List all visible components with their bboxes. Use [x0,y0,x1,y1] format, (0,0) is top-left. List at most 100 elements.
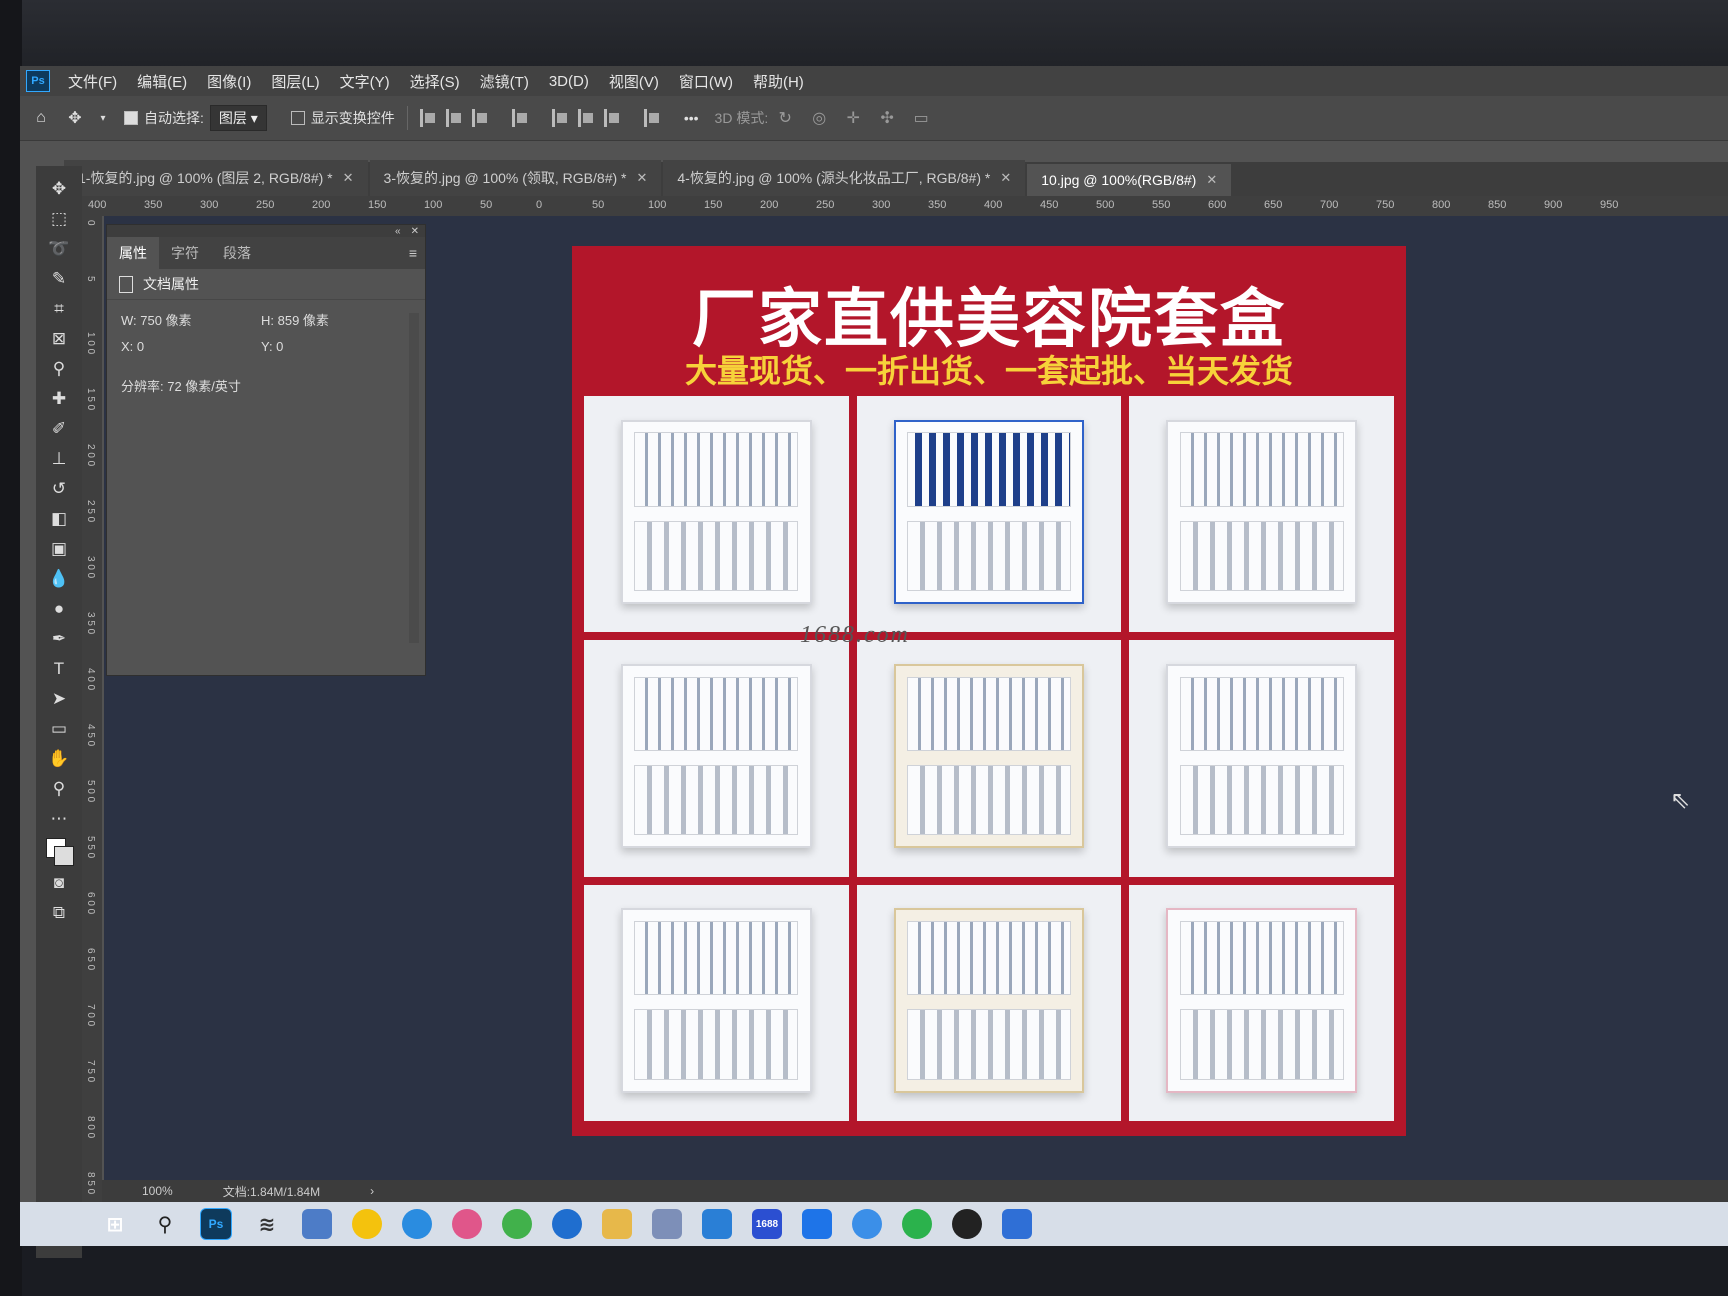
menu-view[interactable]: 视图(V) [609,71,659,92]
align-top-icon[interactable] [551,109,570,127]
menu-3d[interactable]: 3D(D) [549,73,589,90]
task-manager-icon[interactable] [1002,1209,1032,1239]
distribute-vertical-icon[interactable] [511,109,530,127]
marquee-tool-icon[interactable]: ⬚ [46,208,72,230]
document-tab[interactable]: 3-恢复的.jpg @ 100% (领取, RGB/8#) * ✕ [369,160,662,196]
browser-icon[interactable] [452,1209,482,1239]
zoom-tool-icon[interactable]: ⚲ [46,778,72,800]
app-1688-icon[interactable]: 1688 [752,1209,782,1239]
status-menu-arrow-icon[interactable]: › [370,1184,374,1198]
eraser-tool-icon[interactable]: ◧ [46,508,72,530]
width-field[interactable]: W: 750 像素 [121,310,261,329]
home-icon[interactable]: ⌂ [30,107,52,129]
crop-tool-icon[interactable]: ⌗ [46,298,72,320]
align-right-icon[interactable] [471,109,490,127]
3d-pan-icon[interactable]: ✛ [842,107,864,129]
history-brush-tool-icon[interactable]: ↺ [46,478,72,500]
healing-brush-tool-icon[interactable]: ✚ [46,388,72,410]
more-tools-icon[interactable]: ⋯ [46,808,72,830]
frame-tool-icon[interactable]: ⊠ [46,328,72,350]
quick-mask-icon[interactable]: ◙ [46,872,72,894]
menu-type[interactable]: 文字(Y) [340,71,390,92]
panel-menu-icon[interactable]: ≡ [409,245,417,261]
edge-icon[interactable] [402,1209,432,1239]
tab-paragraph[interactable]: 段落 [211,237,263,269]
menu-filter[interactable]: 滤镜(T) [480,71,529,92]
close-icon[interactable]: ✕ [1000,170,1011,186]
tencent-app-icon[interactable] [802,1209,832,1239]
store-icon[interactable] [702,1209,732,1239]
qq-icon[interactable] [952,1209,982,1239]
photoshop-taskbar-icon[interactable]: Ps [200,1208,232,1240]
close-icon[interactable]: ✕ [636,170,647,186]
blur-tool-icon[interactable]: 💧 [46,568,72,590]
document-canvas[interactable]: 厂家直供美容院套盒 大量现货、一折出货、一套起批、当天发货 1688.com [572,246,1406,1136]
rectangle-tool-icon[interactable]: ▭ [46,718,72,740]
path-selection-tool-icon[interactable]: ➤ [46,688,72,710]
chrome-icon[interactable] [352,1209,382,1239]
3d-orbit-icon[interactable]: ↻ [774,107,796,129]
auto-select-dropdown[interactable]: 图层 ▾ [209,105,267,131]
app-icon[interactable]: ≋ [252,1209,282,1239]
move-tool-icon[interactable]: ✥ [46,178,72,200]
menu-select[interactable]: 选择(S) [410,71,460,92]
close-icon[interactable]: ✕ [343,170,354,186]
3d-slide-icon[interactable]: ✣ [876,107,898,129]
auto-select-checkbox[interactable] [124,111,138,125]
background-color-swatch[interactable] [54,846,74,866]
3d-camera-icon[interactable]: ▭ [910,107,932,129]
quick-select-tool-icon[interactable]: ✎ [46,268,72,290]
tab-character[interactable]: 字符 [159,237,211,269]
screen-mode-icon[interactable]: ⧉ [46,902,72,924]
align-bottom-icon[interactable] [603,109,622,127]
dodge-tool-icon[interactable]: ● [46,598,72,620]
resolution-field[interactable]: 分辨率: 72 像素/英寸 [121,376,241,395]
x-field[interactable]: X: 0 [121,339,261,354]
distribute-horizontal-icon[interactable] [643,109,662,127]
hand-tool-icon[interactable]: ✋ [46,748,72,770]
type-tool-icon[interactable]: T [46,658,72,680]
brush-tool-icon[interactable]: ✐ [46,418,72,440]
close-icon[interactable]: ✕ [411,226,419,237]
align-center-icon[interactable] [445,109,464,127]
360-browser-icon[interactable] [502,1209,532,1239]
zoom-level[interactable]: 100% [142,1184,173,1198]
document-tab[interactable]: 4-恢复的.jpg @ 100% (源头化妆品工厂, RGB/8#) * ✕ [663,160,1026,196]
align-middle-icon[interactable] [577,109,596,127]
3d-roll-icon[interactable]: ◎ [808,107,830,129]
menu-image[interactable]: 图像(I) [207,71,251,92]
menu-edit[interactable]: 编辑(E) [137,71,187,92]
edge-alt-icon[interactable] [552,1209,582,1239]
y-field[interactable]: Y: 0 [261,339,401,354]
show-transform-checkbox[interactable] [290,111,305,125]
pen-tool-icon[interactable]: ✒ [46,628,72,650]
more-options-button[interactable]: ••• [684,110,699,126]
windows-start-icon[interactable]: ⊞ [100,1209,130,1239]
photoshop-logo-icon[interactable]: Ps [26,70,50,92]
menu-window[interactable]: 窗口(W) [679,71,733,92]
folder-icon[interactable] [602,1209,632,1239]
color-swatches[interactable] [46,838,74,866]
align-left-icon[interactable] [419,109,438,127]
move-tool-preset-icon[interactable]: ✥ [64,107,86,129]
collapse-panel-icon[interactable]: « [395,226,401,237]
clone-stamp-tool-icon[interactable]: ⊥ [46,448,72,470]
qq-browser-icon[interactable] [852,1209,882,1239]
panel-scrollbar[interactable] [409,313,419,643]
gradient-tool-icon[interactable]: ▣ [46,538,72,560]
wechat-icon[interactable] [902,1209,932,1239]
lasso-tool-icon[interactable]: ➰ [46,238,72,260]
document-tab-active[interactable]: 10.jpg @ 100%(RGB/8#) ✕ [1027,164,1232,196]
menu-file[interactable]: 文件(F) [68,71,117,92]
close-icon[interactable]: ✕ [1206,172,1217,188]
chevron-down-icon[interactable]: ▾ [92,107,114,129]
height-field[interactable]: H: 859 像素 [261,310,401,329]
photos-icon[interactable] [652,1209,682,1239]
menu-layer[interactable]: 图层(L) [271,71,319,92]
document-tab[interactable]: 1-恢复的.jpg @ 100% (图层 2, RGB/8#) * ✕ [64,160,368,196]
tab-properties[interactable]: 属性 [107,237,159,269]
menu-help[interactable]: 帮助(H) [753,71,804,92]
calculator-icon[interactable] [302,1209,332,1239]
search-icon[interactable]: ⚲ [150,1209,180,1239]
eyedropper-tool-icon[interactable]: ⚲ [46,358,72,380]
